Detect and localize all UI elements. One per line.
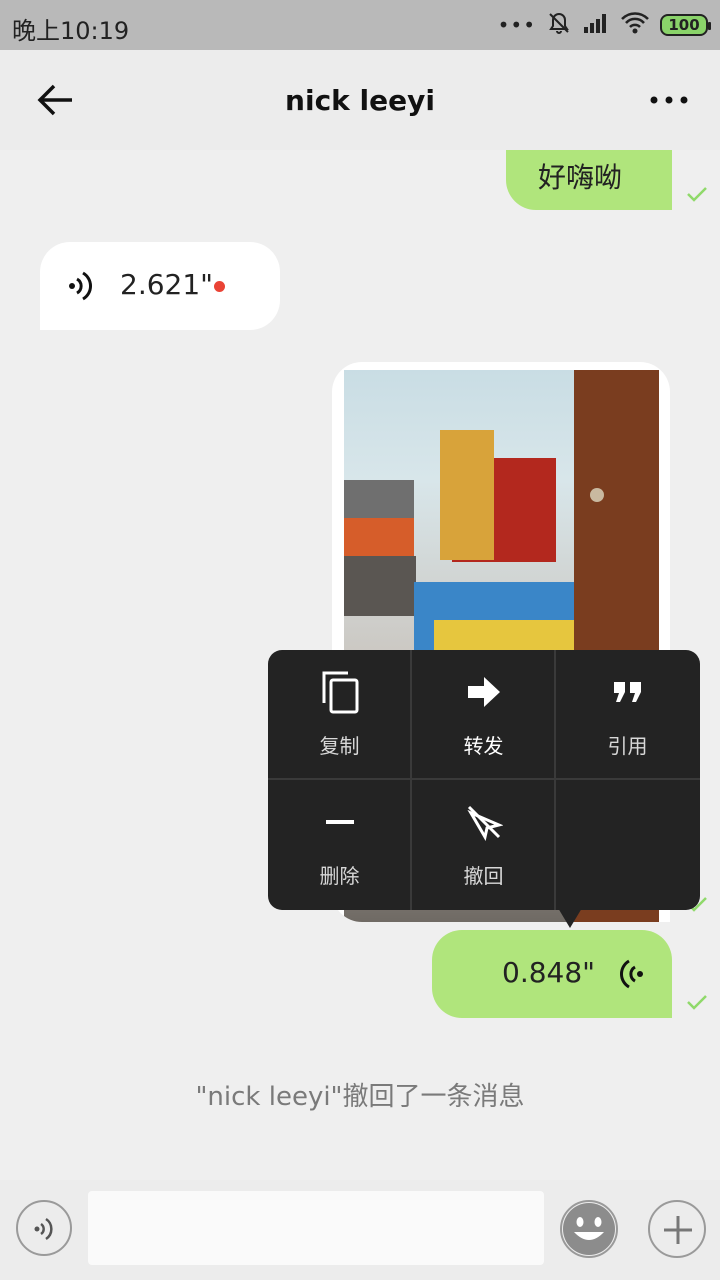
cell-signal-icon <box>582 11 610 39</box>
status-time: 晚上10:19 <box>12 17 130 45</box>
incoming-voice-bubble[interactable]: 2.621" <box>40 242 280 330</box>
input-bar <box>0 1180 720 1280</box>
forward-icon <box>462 668 506 716</box>
battery-indicator: 100 <box>660 14 711 36</box>
wifi-icon <box>620 11 650 39</box>
voice-duration: 0.848" <box>502 956 596 989</box>
voice-toggle-button[interactable] <box>16 1200 72 1256</box>
message-context-menu: 复制 转发 引用 删除 撤回 <box>268 650 700 910</box>
emoji-button[interactable] <box>560 1200 618 1258</box>
menu-item-label: 复制 <box>319 734 360 758</box>
voice-duration: 2.621" <box>120 268 214 301</box>
menu-item-label: 转发 <box>463 734 504 758</box>
recall-notice: "nick leeyi"撤回了一条消息 <box>195 1082 525 1112</box>
more-options-button[interactable] <box>646 86 692 114</box>
message-input[interactable] <box>88 1191 544 1265</box>
alarm-off-icon <box>546 10 572 40</box>
menu-item-recall[interactable]: 撤回 <box>412 780 555 909</box>
photo-shelf-gray <box>344 480 414 520</box>
voice-wave-icon <box>69 271 93 301</box>
outgoing-voice-bubble[interactable]: 0.848" <box>432 930 672 1018</box>
sent-check-icon <box>687 187 707 202</box>
chat-title: nick leeyi <box>285 84 435 117</box>
unread-dot <box>214 281 225 292</box>
voice-toggle-icon <box>34 1217 53 1241</box>
emoji-icon <box>563 1203 615 1255</box>
copy-icon <box>318 668 362 716</box>
status-icons: ••• 100 <box>497 10 711 40</box>
photo-shelf-dark <box>344 556 416 616</box>
status-bar: 晚上10:19 ••• 100 <box>0 0 720 50</box>
menu-item-copy[interactable]: 复制 <box>268 650 411 779</box>
context-menu-pointer <box>558 908 582 928</box>
message-text: 好嗨呦 <box>538 161 623 194</box>
outgoing-text-bubble[interactable]: 好嗨呦 <box>506 150 672 210</box>
more-horizontal-icon <box>650 96 688 104</box>
menu-item-label: 删除 <box>319 864 360 888</box>
sent-check-icon <box>687 995 707 1010</box>
photo-door-knob <box>590 488 604 502</box>
voice-wave-icon <box>619 959 643 989</box>
plus-icon <box>664 1216 692 1244</box>
recall-icon <box>462 798 506 846</box>
delete-icon <box>318 798 362 846</box>
menu-item-label: 撤回 <box>463 864 504 888</box>
menu-item-delete[interactable]: 删除 <box>268 780 411 909</box>
photo-shelf-orange <box>344 518 414 558</box>
menu-item-quote[interactable]: 引用 <box>556 650 699 779</box>
more-dots-icon: ••• <box>497 13 536 37</box>
chat-header: nick leeyi <box>0 50 720 150</box>
photo-yellow-poster <box>440 430 494 560</box>
menu-item-label: 引用 <box>607 734 648 758</box>
menu-item-forward[interactable]: 转发 <box>412 650 555 779</box>
quote-icon <box>606 668 650 716</box>
more-functions-button[interactable] <box>648 1200 706 1258</box>
